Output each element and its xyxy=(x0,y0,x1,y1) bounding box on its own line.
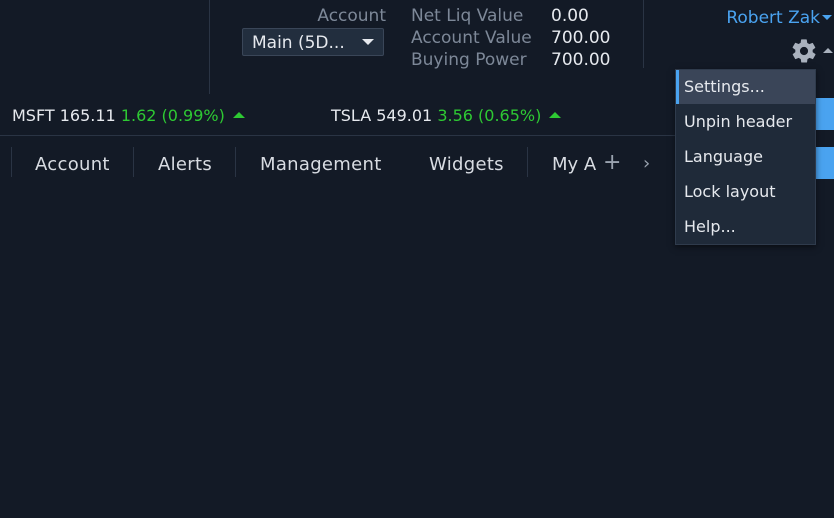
tab-alerts[interactable]: Alerts xyxy=(158,154,212,175)
tab-management[interactable]: Management xyxy=(260,154,382,175)
chevron-right-icon[interactable]: › xyxy=(643,153,650,174)
app-window: Account Main (5D... Net Liq Value 0.00 A… xyxy=(0,0,834,518)
ticker-change: 1.62 (0.99%) xyxy=(120,106,225,125)
user-menu-button[interactable]: Robert Zak xyxy=(726,8,820,28)
header-divider-right xyxy=(643,0,644,68)
metric-value-net-liq: 0.00 xyxy=(551,6,589,26)
tab-divider xyxy=(11,147,12,177)
settings-menu: Settings... Unpin header Language Lock l… xyxy=(675,69,816,245)
menu-item-unpin-header[interactable]: Unpin header xyxy=(676,105,815,139)
header-divider-left xyxy=(209,0,210,94)
tab-my-a[interactable]: My A xyxy=(552,154,598,175)
ticker-price: 165.11 xyxy=(59,106,116,125)
account-select[interactable]: Main (5D... xyxy=(242,28,384,56)
ticker-price: 549.01 xyxy=(376,106,433,125)
metric-value-buying-power: 700.00 xyxy=(551,50,611,70)
tab-divider xyxy=(527,147,528,177)
ticker-symbol: TSLA xyxy=(331,106,372,125)
metric-label-account-value: Account Value xyxy=(411,28,532,48)
tab-account[interactable]: Account xyxy=(35,154,110,175)
account-select-value: Main (5D... xyxy=(252,33,345,53)
ticker-tsla[interactable]: TSLA 549.01 3.56 (0.65%) xyxy=(331,106,562,125)
tab-widgets[interactable]: Widgets xyxy=(429,154,504,175)
triangle-up-icon xyxy=(549,111,562,118)
tab-divider xyxy=(235,147,236,177)
metric-label-buying-power: Buying Power xyxy=(411,50,527,70)
caret-down-icon xyxy=(362,39,374,45)
caret-down-icon xyxy=(822,15,832,20)
ticker-change: 3.56 (0.65%) xyxy=(437,106,542,125)
menu-item-help[interactable]: Help... xyxy=(676,210,815,244)
menu-item-language[interactable]: Language xyxy=(676,140,815,174)
metric-label-net-liq: Net Liq Value xyxy=(411,6,524,26)
ticker-msft[interactable]: MSFT 165.11 1.62 (0.99%) xyxy=(12,106,245,125)
menu-item-lock-layout[interactable]: Lock layout xyxy=(676,175,815,209)
menu-item-settings[interactable]: Settings... xyxy=(676,70,815,104)
triangle-up-icon xyxy=(232,111,245,118)
gear-icon[interactable] xyxy=(790,37,818,65)
tab-divider xyxy=(133,147,134,177)
plus-icon[interactable]: + xyxy=(603,150,621,175)
ticker-symbol: MSFT xyxy=(12,106,55,125)
caret-up-icon xyxy=(823,48,833,53)
account-label: Account xyxy=(317,6,386,26)
metric-value-account-value: 700.00 xyxy=(551,28,611,48)
